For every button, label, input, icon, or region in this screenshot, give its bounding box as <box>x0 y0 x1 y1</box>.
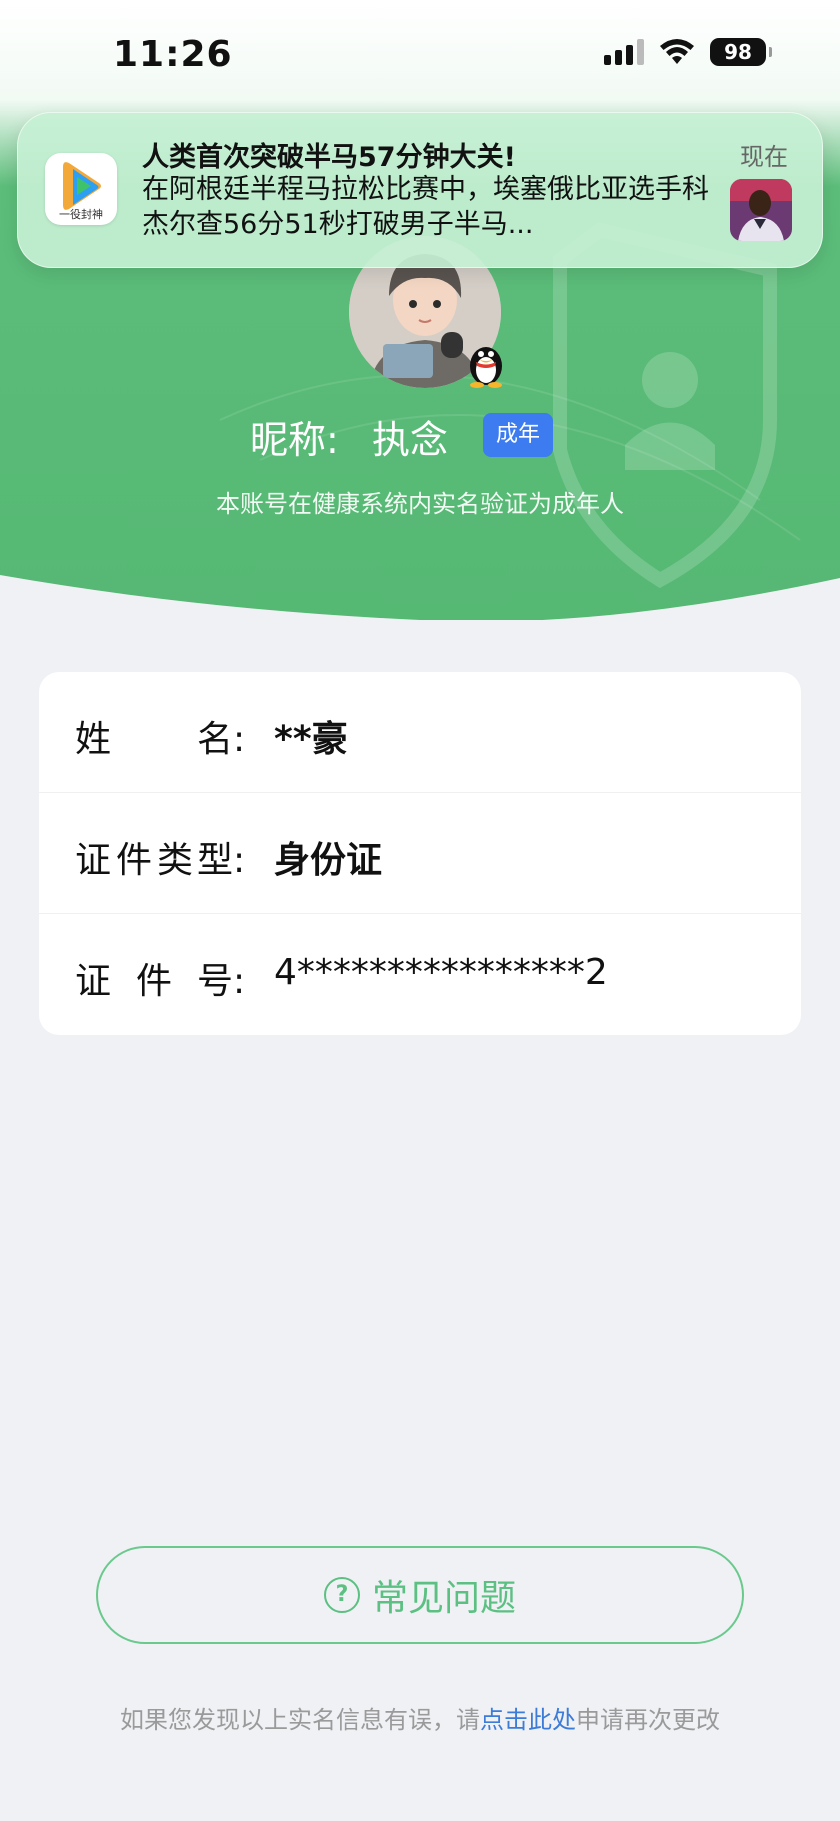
status-time: 11:26 <box>113 34 233 75</box>
qq-penguin-icon <box>464 336 508 388</box>
tencent-video-app-icon: 一役封神 <box>45 153 117 225</box>
status-bar: 11:26 98 <box>0 0 840 110</box>
modify-request-link[interactable]: 点击此处 <box>480 1706 576 1734</box>
verification-note: 本账号在健康系统内实名验证为成年人 <box>216 490 624 518</box>
faq-button[interactable]: ? 常见问题 <box>96 1546 744 1644</box>
cellular-signal-icon <box>604 39 644 65</box>
push-notification[interactable]: 一役封神 人类首次突破半马57分钟大关! 在阿根廷半程马拉松比赛中，埃塞俄比亚选… <box>17 112 823 268</box>
footer-note: 如果您发现以上实名信息有误，请点击此处申请再次更改 <box>0 1700 840 1735</box>
wifi-icon <box>658 38 696 66</box>
page: 11:26 98 一役封神 人类首次突破半马57分钟大关! 在阿根廷半程马拉松比… <box>0 0 840 1821</box>
id-type-value: 身份证 <box>274 840 383 881</box>
battery-icon: 98 <box>710 38 772 66</box>
id-type-row: 证 件 类 型: 身份证 <box>39 793 801 914</box>
notification-title: 人类首次突破半马57分钟大关! <box>142 142 516 173</box>
nickname-label: 昵称: <box>250 418 339 462</box>
identity-info-card: 姓 名: **豪 证 件 类 型: 身份证 证 件 号: 4**********… <box>39 672 801 1035</box>
notification-body: 在阿根廷半程马拉松比赛中，埃塞俄比亚选手科杰尔查56分51秒打破男子半马... <box>142 174 709 240</box>
app-icon-caption: 一役封神 <box>59 208 103 221</box>
question-circle-icon: ? <box>323 1577 360 1613</box>
name-value: **豪 <box>274 719 348 760</box>
id-number-row: 证 件 号: 4****************2 <box>75 952 608 1002</box>
faq-label: 常见问题 <box>371 1578 516 1619</box>
id-number-value: 4****************2 <box>274 952 608 993</box>
nickname-row: 昵称: 执念 成年 <box>0 403 840 462</box>
age-status-badge: 成年 <box>483 413 553 457</box>
nickname-value: 执念 <box>372 418 449 462</box>
name-row: 姓 名: **豪 <box>39 672 801 793</box>
notification-thumbnail <box>730 179 792 241</box>
notification-time: 现在 <box>740 143 788 171</box>
footer-suffix: 申请再次更改 <box>576 1706 720 1734</box>
footer-prefix: 如果您发现以上实名信息有误，请 <box>120 1706 480 1734</box>
